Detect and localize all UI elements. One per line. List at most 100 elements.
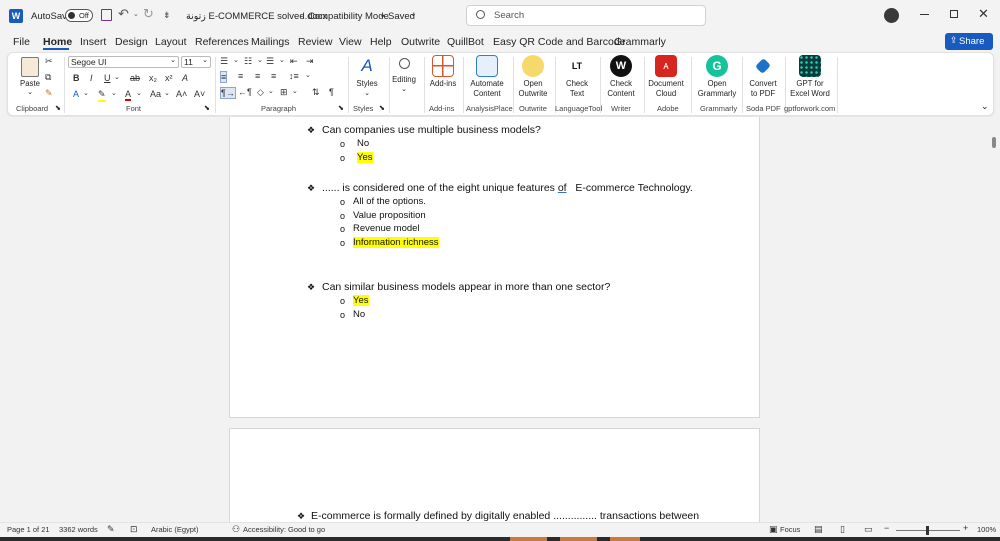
- zoom-slider-thumb[interactable]: [926, 526, 929, 535]
- redo-icon[interactable]: ↻: [143, 6, 154, 22]
- addins-button[interactable]: Add-ins: [427, 55, 459, 89]
- underline-icon[interactable]: U: [104, 73, 111, 83]
- web-layout-icon[interactable]: ▭: [864, 524, 873, 535]
- read-mode-icon[interactable]: ▤: [814, 524, 823, 535]
- tab-references[interactable]: References: [195, 36, 249, 48]
- show-marks-icon[interactable]: ¶: [329, 87, 334, 97]
- align-center-icon[interactable]: ≡: [238, 71, 243, 81]
- line-spacing-icon[interactable]: ↕≡: [289, 71, 299, 81]
- cut-icon[interactable]: ✂: [45, 56, 53, 67]
- ltr-direction-icon[interactable]: ¶→: [220, 87, 236, 99]
- print-layout-icon[interactable]: ▯: [840, 524, 845, 535]
- avatar[interactable]: [884, 8, 899, 23]
- font-name-box[interactable]: Segoe UI ⌄: [68, 56, 179, 68]
- bold-icon[interactable]: B: [73, 73, 80, 83]
- shading-dropdown-icon[interactable]: ⌄: [268, 87, 274, 95]
- document-page-1[interactable]: ❖ Can companies use multiple business mo…: [229, 117, 760, 418]
- word-logo-icon[interactable]: W: [9, 9, 23, 23]
- tab-layout[interactable]: Layout: [155, 36, 187, 48]
- share-button[interactable]: ⇪ Share: [945, 33, 993, 50]
- font-color-icon[interactable]: A: [125, 89, 132, 101]
- italic-icon[interactable]: I: [90, 73, 93, 83]
- automate-content-button[interactable]: Automate Content: [467, 55, 507, 99]
- autosave-toggle[interactable]: Off: [65, 9, 93, 22]
- numbering-dropdown-icon[interactable]: ⌄: [257, 56, 263, 64]
- grow-font-icon[interactable]: A˄: [176, 89, 187, 99]
- focus-icon[interactable]: ▣: [769, 524, 778, 535]
- text-effects-icon[interactable]: A: [73, 89, 79, 99]
- text-effects-dropdown-icon[interactable]: ⌄: [83, 89, 89, 97]
- font-launcher-icon[interactable]: ⬊: [204, 104, 210, 112]
- tab-insert[interactable]: Insert: [80, 36, 106, 48]
- text-predictions-icon[interactable]: ⊡: [130, 524, 138, 535]
- paste-button[interactable]: Paste ⌄: [16, 57, 44, 96]
- ribbon-collapse-icon[interactable]: ⌄: [981, 101, 989, 112]
- taskbar-app-tile[interactable]: [560, 537, 597, 541]
- undo-icon[interactable]: ↶: [118, 6, 129, 22]
- proofing-icon[interactable]: ✎: [107, 524, 115, 535]
- copy-icon[interactable]: ⧉: [45, 72, 51, 83]
- change-case-dropdown-icon[interactable]: ⌄: [164, 89, 170, 97]
- strikethrough-icon[interactable]: ab: [130, 73, 140, 83]
- clear-formatting-icon[interactable]: A: [182, 73, 188, 83]
- tab-grammarly[interactable]: Grammarly: [614, 36, 666, 48]
- bullets-icon[interactable]: ☰: [220, 56, 228, 67]
- minimize-icon[interactable]: [920, 14, 929, 15]
- bullets-dropdown-icon[interactable]: ⌄: [233, 56, 239, 64]
- shading-icon[interactable]: ◇: [257, 87, 264, 98]
- tab-review[interactable]: Review: [298, 36, 332, 48]
- subscript-icon[interactable]: x₂: [149, 73, 157, 83]
- numbering-icon[interactable]: ☷: [244, 56, 252, 67]
- tab-design[interactable]: Design: [115, 36, 148, 48]
- align-right-icon[interactable]: ≡: [255, 71, 260, 81]
- font-size-box[interactable]: 11 ⌄: [181, 56, 211, 68]
- tab-mailings[interactable]: Mailings: [251, 36, 290, 48]
- check-content-button[interactable]: W Check Content: [601, 55, 641, 99]
- tab-home[interactable]: Home: [43, 36, 72, 48]
- document-page-2[interactable]: ❖ E-commerce is formally defined by digi…: [229, 428, 760, 522]
- saved-dropdown-icon[interactable]: ⌄: [410, 9, 417, 18]
- vertical-scrollbar-thumb[interactable]: [992, 137, 996, 148]
- convert-to-pdf-button[interactable]: Convert to PDF: [744, 55, 782, 99]
- justify-icon[interactable]: ≡: [271, 71, 276, 81]
- borders-dropdown-icon[interactable]: ⌄: [292, 87, 298, 95]
- editing-button[interactable]: Editing ⌄: [389, 55, 419, 93]
- open-outwrite-button[interactable]: Open Outwrite: [513, 55, 553, 99]
- multilevel-list-icon[interactable]: ☰: [266, 56, 274, 67]
- zoom-out-icon[interactable]: −: [884, 523, 889, 533]
- tab-outwrite[interactable]: Outwrite: [401, 36, 440, 48]
- taskbar-app-tile[interactable]: [510, 537, 547, 541]
- multilevel-dropdown-icon[interactable]: ⌄: [279, 56, 285, 64]
- borders-icon[interactable]: ⊞: [280, 87, 288, 98]
- maximize-icon[interactable]: [950, 10, 958, 18]
- check-text-button[interactable]: LT Check Text: [557, 55, 597, 99]
- shrink-font-icon[interactable]: A˅: [194, 89, 205, 99]
- highlight-icon[interactable]: ✎: [98, 89, 106, 102]
- format-painter-icon[interactable]: ✎: [45, 88, 53, 99]
- change-case-icon[interactable]: Aa: [150, 89, 161, 99]
- clipboard-launcher-icon[interactable]: ⬊: [55, 104, 61, 112]
- search-box[interactable]: Search: [466, 5, 706, 26]
- save-icon[interactable]: [101, 9, 112, 21]
- zoom-in-icon[interactable]: +: [963, 523, 968, 533]
- accessibility-icon[interactable]: ⚇: [232, 524, 240, 535]
- tab-quillbot[interactable]: QuillBot: [447, 36, 484, 48]
- customize-toolbar-icon[interactable]: ⇟: [163, 10, 171, 21]
- decrease-indent-icon[interactable]: ⇤: [290, 56, 298, 67]
- accessibility-status[interactable]: Accessibility: Good to go: [243, 525, 325, 534]
- styles-button[interactable]: A Styles ⌄: [353, 55, 381, 97]
- rtl-direction-icon[interactable]: ←¶: [238, 87, 252, 97]
- font-color-dropdown-icon[interactable]: ⌄: [136, 89, 142, 97]
- sort-icon[interactable]: ⇅: [312, 87, 320, 98]
- paragraph-launcher-icon[interactable]: ⬊: [338, 104, 344, 112]
- tab-view[interactable]: View: [339, 36, 362, 48]
- line-spacing-dropdown-icon[interactable]: ⌄: [305, 71, 311, 79]
- gpt-for-excel-word-button[interactable]: GPT for Excel Word: [787, 55, 833, 99]
- zoom-level[interactable]: 100%: [977, 525, 996, 534]
- tab-help[interactable]: Help: [370, 36, 392, 48]
- styles-launcher-icon[interactable]: ⬊: [379, 104, 385, 112]
- focus-label[interactable]: Focus: [780, 525, 800, 534]
- open-grammarly-button[interactable]: G Open Grammarly: [696, 55, 738, 99]
- word-count[interactable]: 3362 words: [59, 525, 98, 534]
- tab-easy-qr-code[interactable]: Easy QR Code and Barcode: [493, 36, 626, 48]
